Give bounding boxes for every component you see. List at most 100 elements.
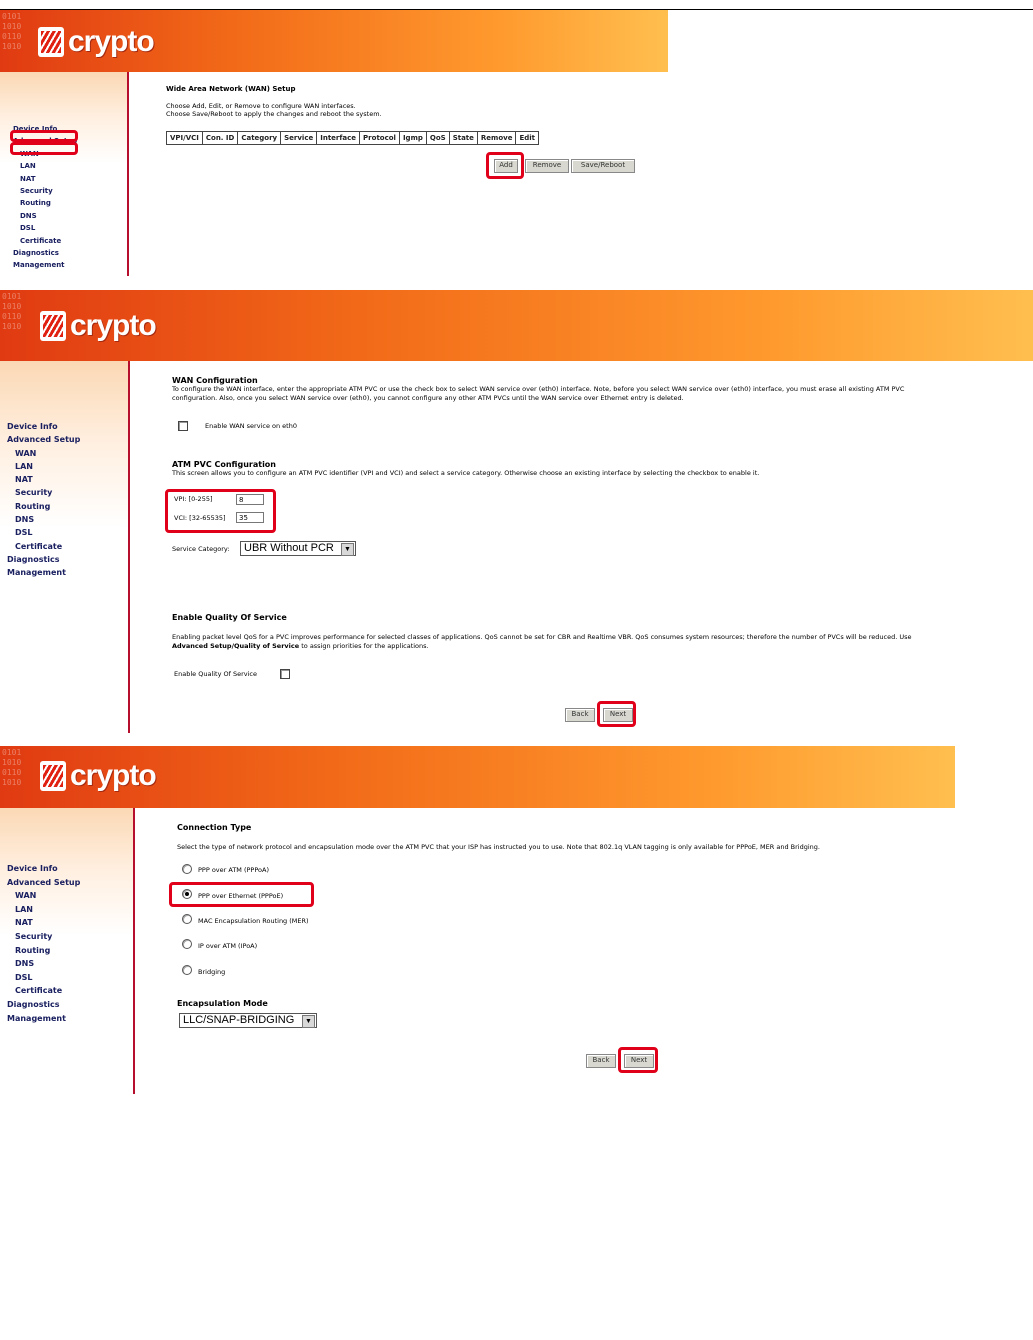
- header-banner: 0101 1010 0110 1010 crypto: [0, 746, 955, 808]
- menu-dsl[interactable]: DSL: [7, 971, 80, 985]
- enable-qos-checkbox[interactable]: [280, 669, 290, 679]
- menu-certificate[interactable]: Certificate: [7, 540, 80, 553]
- menu-dsl[interactable]: DSL: [13, 222, 77, 234]
- menu-certificate[interactable]: Certificate: [7, 984, 80, 998]
- column-header: Protocol: [359, 131, 400, 145]
- wan-interfaces-table: VPI/VCI Con. ID Category Service Interfa…: [166, 131, 540, 145]
- menu-lan[interactable]: LAN: [13, 160, 77, 172]
- column-header: Con. ID: [201, 131, 239, 145]
- header-banner: 0101 1010 0110 1010 crypto: [0, 10, 668, 72]
- dropdown-arrow-icon: ▼: [341, 543, 354, 556]
- menu-security[interactable]: Security: [7, 486, 80, 499]
- back-button[interactable]: Back: [565, 708, 595, 722]
- column-header: State: [448, 131, 478, 145]
- column-header: Interface: [316, 131, 361, 145]
- option-pppoa-label: PPP over ATM (PPPoA): [198, 866, 269, 874]
- logo-mark-icon: [40, 311, 66, 341]
- highlight-wan: [10, 142, 78, 155]
- menu-nat[interactable]: NAT: [7, 916, 80, 930]
- column-header: VPI/VCI: [166, 131, 203, 145]
- menu-advanced-setup[interactable]: Advanced Setup: [7, 876, 80, 890]
- menu-nat[interactable]: NAT: [13, 173, 77, 185]
- service-category-value: UBR Without PCR: [244, 542, 334, 554]
- menu-dns[interactable]: DNS: [7, 957, 80, 971]
- atm-pvc-title: ATM PVC Configuration: [172, 460, 276, 469]
- menu-diagnostics[interactable]: Diagnostics: [7, 998, 80, 1012]
- menu-lan[interactable]: LAN: [7, 460, 80, 473]
- menu-security[interactable]: Security: [7, 930, 80, 944]
- dropdown-arrow-icon: ▼: [302, 1015, 315, 1028]
- page-title: Wide Area Network (WAN) Setup: [166, 85, 296, 93]
- screenshot-connection-type: Device Info Advanced Setup WAN LAN NAT S…: [0, 746, 955, 1094]
- logo-mark-icon: [38, 27, 64, 57]
- menu-dsl[interactable]: DSL: [7, 526, 80, 539]
- qos-text-2-rest: to assign priorities for the application…: [299, 642, 429, 650]
- menu-dns[interactable]: DNS: [7, 513, 80, 526]
- menu-wan[interactable]: WAN: [7, 447, 80, 460]
- menu-certificate[interactable]: Certificate: [13, 235, 77, 247]
- back-button[interactable]: Back: [586, 1054, 616, 1068]
- radio-pppoa[interactable]: [182, 864, 192, 874]
- menu-management[interactable]: Management: [13, 259, 77, 271]
- sidebar: Device Info Advanced Setup WAN LAN NAT S…: [0, 72, 129, 276]
- menu-device-info[interactable]: Device Info: [7, 862, 80, 876]
- column-header: Category: [237, 131, 282, 145]
- menu-diagnostics[interactable]: Diagnostics: [13, 247, 77, 259]
- menu-nat[interactable]: NAT: [7, 473, 80, 486]
- menu-security[interactable]: Security: [13, 185, 77, 197]
- save-reboot-button[interactable]: Save/Reboot: [571, 159, 635, 173]
- service-category-label: Service Category:: [172, 545, 230, 553]
- atm-pvc-text: This screen allows you to configure an A…: [172, 469, 760, 477]
- logo-mark-icon: [40, 761, 66, 791]
- menu-routing[interactable]: Routing: [13, 197, 77, 209]
- column-header: Remove: [476, 131, 517, 145]
- radio-ipoa[interactable]: [182, 939, 192, 949]
- sidebar-menu: Device Info Advanced Setup WAN LAN NAT S…: [7, 862, 80, 1025]
- qos-link-text: Advanced Setup/Quality of Service: [172, 642, 300, 650]
- column-header: Service: [280, 131, 318, 145]
- sidebar: Device Info Advanced Setup WAN LAN NAT S…: [0, 361, 130, 733]
- option-ipoa-label: IP over ATM (IPoA): [198, 942, 258, 950]
- logo-text: crypto: [70, 759, 157, 792]
- menu-dns[interactable]: DNS: [13, 210, 77, 222]
- menu-management[interactable]: Management: [7, 566, 80, 579]
- enable-qos-label: Enable Quality Of Service: [174, 670, 257, 678]
- wan-config-text-1: To configure the WAN interface, enter th…: [172, 385, 905, 393]
- menu-diagnostics[interactable]: Diagnostics: [7, 553, 80, 566]
- crypto-logo: crypto: [40, 758, 157, 794]
- highlight-advanced-setup: [10, 130, 78, 142]
- option-bridging-label: Bridging: [198, 968, 226, 976]
- menu-wan[interactable]: WAN: [7, 889, 80, 903]
- screenshot-wan-setup: 0101 1010 0110 1010 crypto Device Info A…: [0, 10, 668, 276]
- highlight-pppoe-option: [169, 882, 314, 907]
- radio-mer[interactable]: [182, 914, 192, 924]
- menu-management[interactable]: Management: [7, 1012, 80, 1026]
- encapsulation-mode-value: LLC/SNAP-BRIDGING: [183, 1014, 295, 1026]
- menu-lan[interactable]: LAN: [7, 903, 80, 917]
- logo-text: crypto: [68, 25, 155, 58]
- enable-eth0-label: Enable WAN service on eth0: [205, 422, 297, 430]
- highlight-next-button: [618, 1047, 658, 1073]
- menu-advanced-setup[interactable]: Advanced Setup: [7, 433, 80, 446]
- menu-routing[interactable]: Routing: [7, 500, 80, 513]
- enable-eth0-checkbox[interactable]: [178, 421, 188, 431]
- sidebar-menu: Device Info Advanced Setup WAN LAN NAT S…: [7, 420, 80, 580]
- wan-config-text-2: configuration. Also, once you select WAN…: [172, 394, 684, 402]
- highlight-next-button: [597, 701, 636, 727]
- radio-bridging[interactable]: [182, 965, 192, 975]
- qos-text-1: Enabling packet level QoS for a PVC impr…: [172, 633, 912, 641]
- header-banner-extension: 0101 1010 0110 1010 crypto: [0, 290, 1033, 361]
- column-header: QoS: [425, 131, 450, 145]
- service-category-select[interactable]: UBR Without PCR ▼: [240, 541, 356, 556]
- connection-type-title: Connection Type: [177, 823, 252, 832]
- qos-title: Enable Quality Of Service: [172, 613, 287, 622]
- menu-routing[interactable]: Routing: [7, 944, 80, 958]
- table-header-row: VPI/VCI Con. ID Category Service Interfa…: [166, 131, 540, 145]
- encapsulation-mode-select[interactable]: LLC/SNAP-BRIDGING ▼: [179, 1013, 317, 1028]
- wan-config-title: WAN Configuration: [172, 376, 258, 385]
- option-mer-label: MAC Encapsulation Routing (MER): [198, 917, 309, 925]
- connection-type-description: Select the type of network protocol and …: [177, 843, 820, 851]
- menu-device-info[interactable]: Device Info: [7, 420, 80, 433]
- remove-button[interactable]: Remove: [525, 159, 569, 173]
- qos-text-2: Advanced Setup/Quality of Service to ass…: [172, 642, 429, 651]
